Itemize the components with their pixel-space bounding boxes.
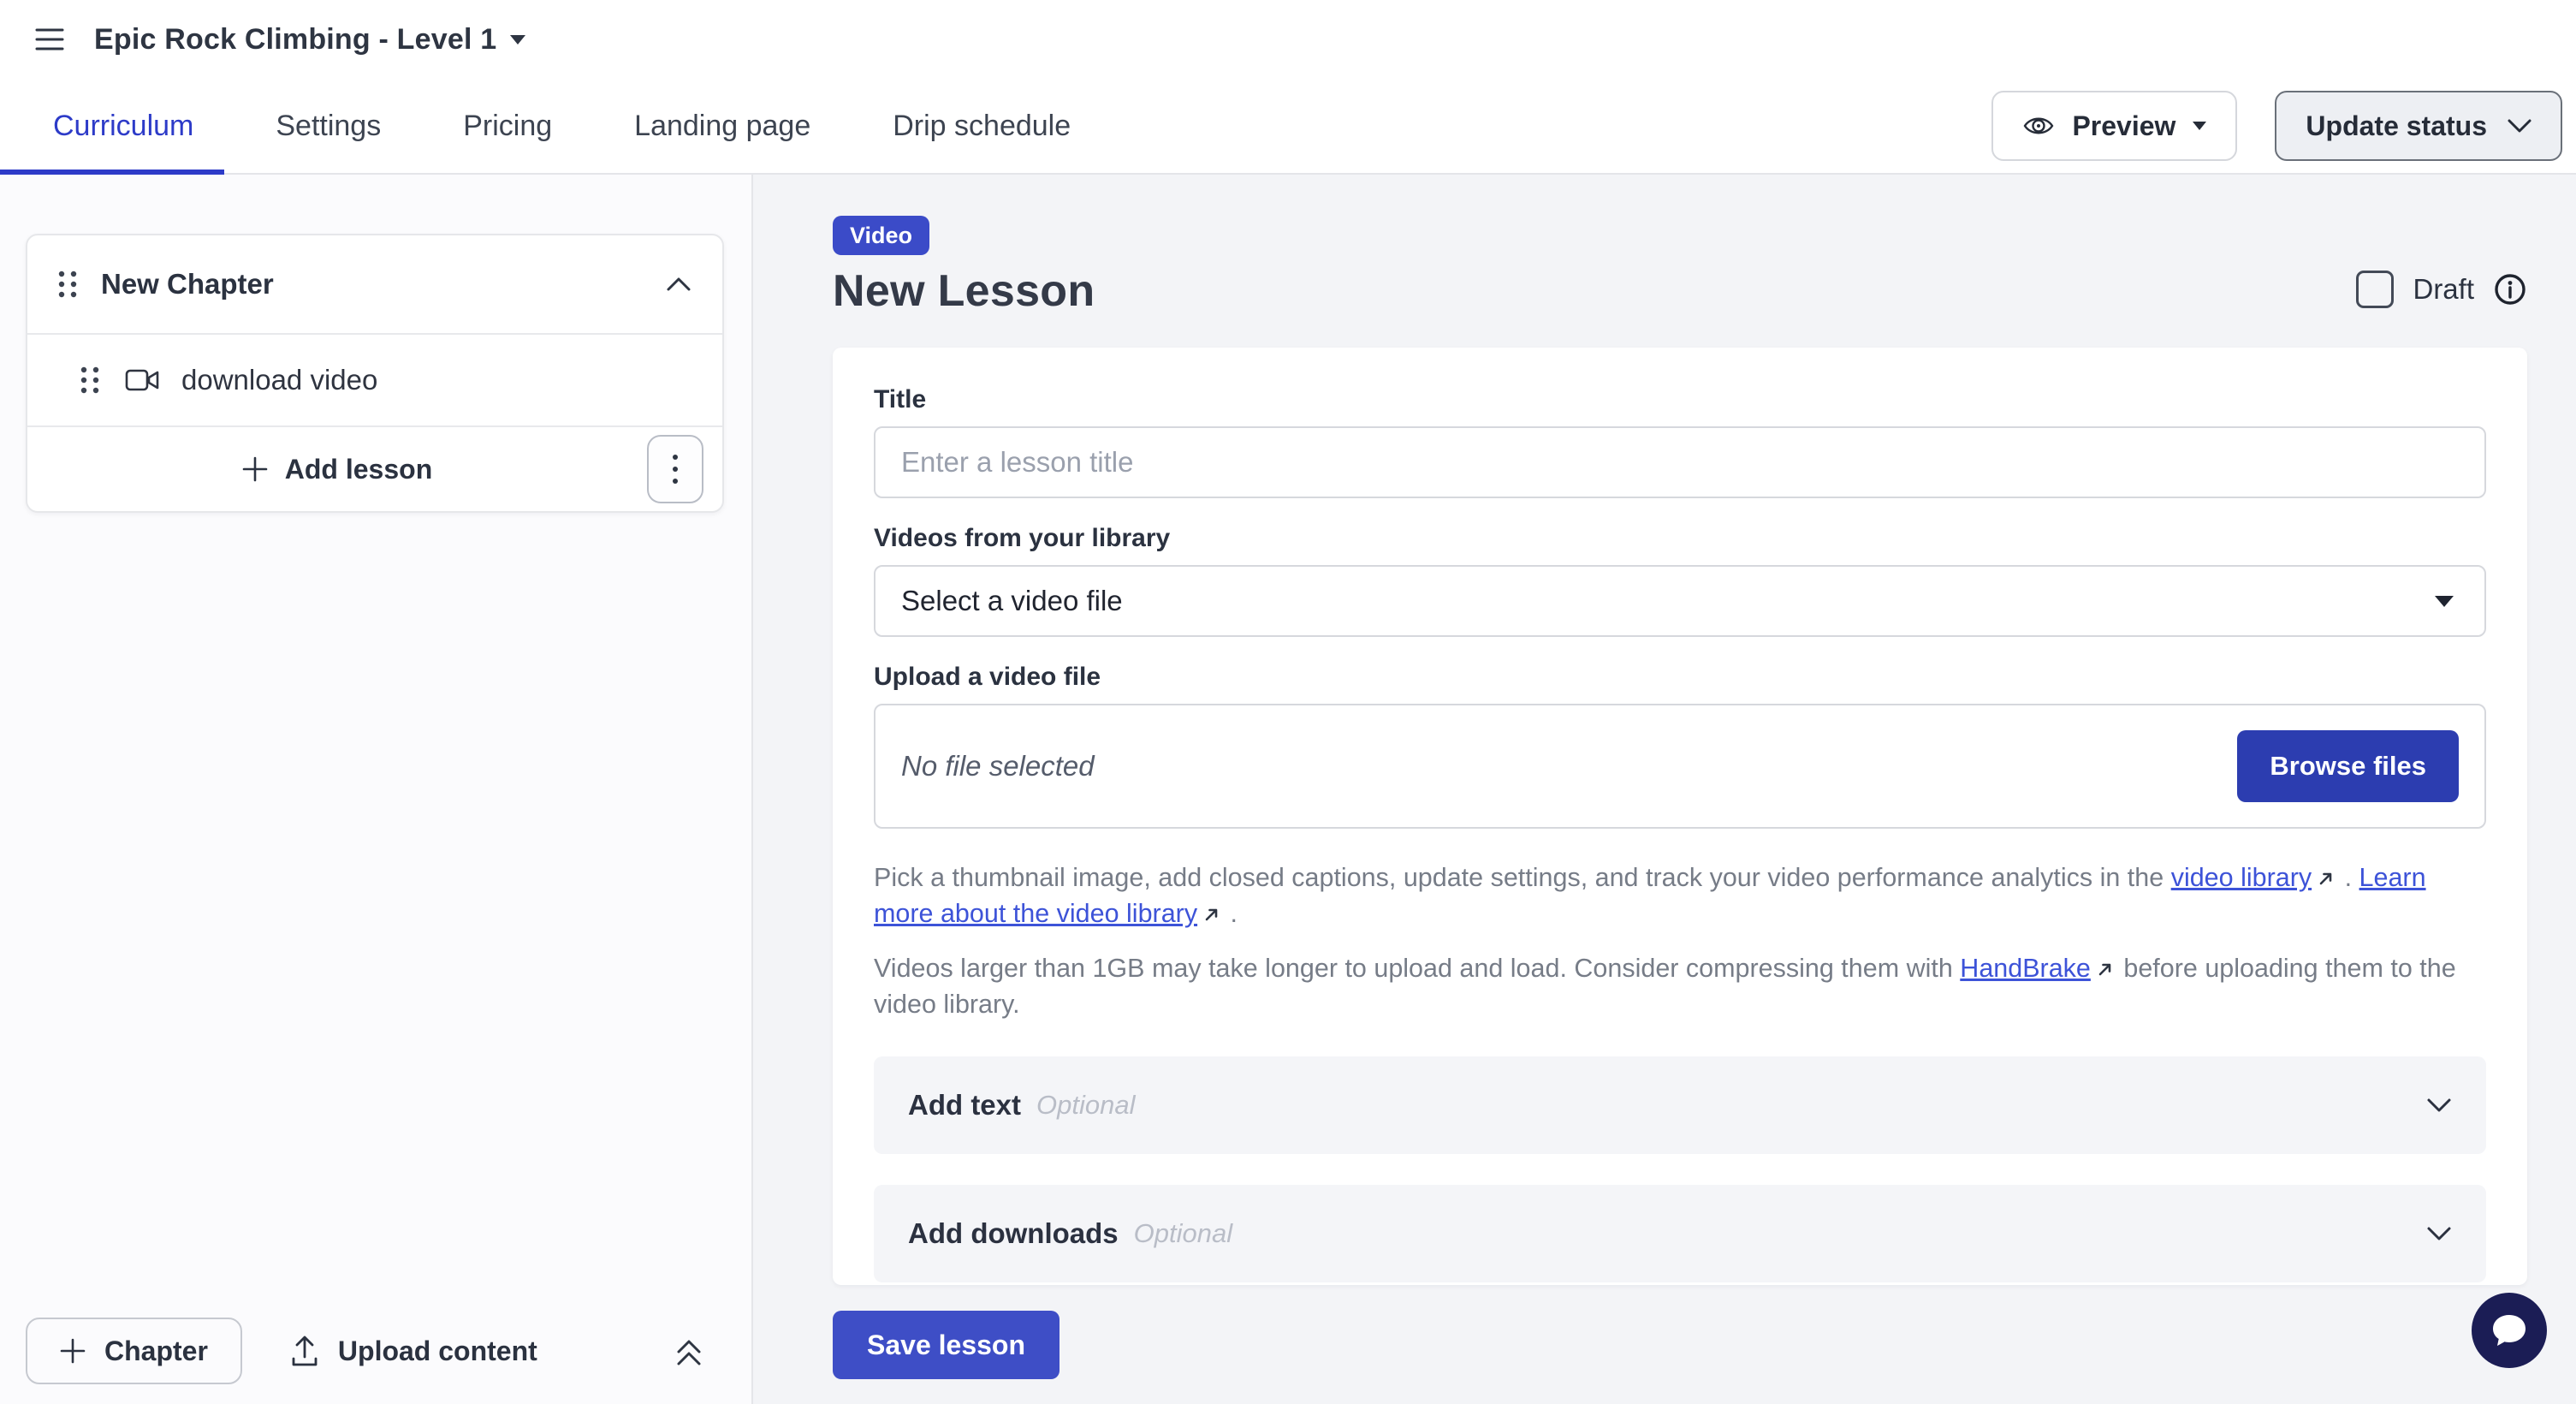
add-text-label: Add text [908, 1089, 1021, 1121]
upload-video-label: Upload a video file [874, 663, 2486, 692]
lesson-editor: Video New Lesson Draft Title Videos from… [753, 175, 2576, 1404]
add-downloads-label: Add downloads [908, 1217, 1119, 1250]
title-field-label: Title [874, 385, 2486, 414]
video-library-label: Videos from your library [874, 524, 2486, 553]
draft-toggle-group: Draft [2356, 271, 2527, 308]
curriculum-sidebar: New Chapter download video [0, 175, 753, 1404]
double-chevron-up-icon [674, 1335, 703, 1367]
preview-button[interactable]: Preview [1991, 91, 2237, 161]
chapter-collapse-button[interactable] [666, 277, 691, 292]
preview-button-label: Preview [2072, 110, 2175, 142]
chat-widget-button[interactable] [2472, 1293, 2547, 1368]
draft-label: Draft [2413, 273, 2474, 306]
top-bar: Epic Rock Climbing - Level 1 [0, 0, 2576, 79]
tab-landing-page[interactable]: Landing page [634, 110, 810, 143]
plus-icon [60, 1338, 86, 1364]
chevron-down-icon [2426, 1226, 2452, 1241]
video-library-link[interactable]: video library [2171, 863, 2312, 892]
course-switcher[interactable]: Epic Rock Climbing - Level 1 [94, 23, 525, 57]
lesson-header: Video New Lesson Draft [833, 216, 2527, 317]
external-link-icon [2318, 871, 2334, 886]
add-text-accordion[interactable]: Add text Optional [874, 1056, 2486, 1154]
help-paragraph-1: Pick a thumbnail image, add closed capti… [874, 860, 2486, 931]
file-dropzone: No file selected Browse files [874, 704, 2486, 829]
sidebar-footer: Chapter Upload content [0, 1308, 751, 1404]
add-lesson-label: Add lesson [285, 454, 432, 485]
help-paragraph-2: Videos larger than 1GB may take longer t… [874, 950, 2486, 1022]
course-tab-bar: Curriculum Settings Pricing Landing page… [0, 79, 2576, 175]
kebab-menu-icon [672, 454, 679, 485]
chapter-footer: Add lesson [27, 427, 722, 511]
optional-tag: Optional [1134, 1218, 2426, 1249]
draft-checkbox[interactable] [2356, 271, 2394, 308]
lesson-type-badge: Video [833, 216, 929, 255]
plus-icon [242, 456, 268, 482]
chapter-menu-button[interactable] [647, 435, 703, 503]
chevron-up-icon [666, 277, 691, 292]
chat-icon [2490, 1312, 2529, 1349]
collapse-all-button[interactable] [674, 1335, 703, 1367]
chapter-drag-handle-icon[interactable] [56, 269, 79, 300]
upload-content-button[interactable]: Upload content [290, 1335, 674, 1367]
lesson-title: download video [181, 364, 377, 396]
upload-help-text: Pick a thumbnail image, add closed capti… [874, 860, 2486, 1022]
tab-curriculum[interactable]: Curriculum [53, 110, 193, 143]
save-lesson-button[interactable]: Save lesson [833, 1311, 1059, 1379]
update-status-button-label: Update status [2306, 110, 2487, 142]
chapter-header: New Chapter [27, 235, 722, 333]
upload-icon [290, 1335, 319, 1367]
upload-content-label: Upload content [338, 1336, 537, 1367]
chevron-down-icon [2426, 1098, 2452, 1113]
hamburger-menu-button[interactable] [26, 15, 74, 63]
video-library-select[interactable]: Select a video file [874, 565, 2486, 637]
browse-files-button[interactable]: Browse files [2237, 730, 2459, 802]
tab-settings[interactable]: Settings [276, 110, 381, 143]
update-status-button[interactable]: Update status [2275, 91, 2562, 161]
tab-drip-schedule[interactable]: Drip schedule [893, 110, 1071, 143]
lesson-row[interactable]: download video [27, 335, 722, 425]
course-title: Epic Rock Climbing - Level 1 [94, 23, 496, 57]
lesson-form-card: Title Videos from your library Select a … [833, 348, 2527, 1285]
add-lesson-button[interactable]: Add lesson [27, 454, 647, 485]
add-chapter-button[interactable]: Chapter [26, 1318, 242, 1384]
chapter-card: New Chapter download video [26, 234, 724, 513]
video-library-select-value: Select a video file [901, 585, 1123, 617]
info-icon[interactable] [2493, 272, 2527, 306]
external-link-icon [1204, 907, 1220, 922]
add-chapter-label: Chapter [104, 1336, 208, 1367]
chapter-title: New Chapter [101, 268, 666, 300]
optional-tag: Optional [1036, 1090, 2426, 1121]
chevron-down-icon [2508, 119, 2531, 133]
lesson-drag-handle-icon[interactable] [79, 365, 101, 396]
optional-sections: Add text Optional Add downloads Optional [874, 1056, 2486, 1282]
caret-down-icon [2435, 596, 2454, 607]
no-file-text: No file selected [901, 750, 1095, 782]
page-title: New Lesson [833, 265, 1095, 317]
video-camera-icon [125, 367, 159, 393]
add-downloads-accordion[interactable]: Add downloads Optional [874, 1185, 2486, 1282]
lesson-title-input[interactable] [874, 426, 2486, 498]
tab-pricing[interactable]: Pricing [463, 110, 552, 143]
handbrake-link[interactable]: HandBrake [1960, 954, 2091, 983]
hamburger-icon [35, 27, 64, 51]
caret-down-icon [2193, 122, 2206, 130]
eye-icon [2022, 113, 2055, 139]
caret-down-icon [510, 35, 525, 45]
external-link-icon [2098, 961, 2113, 977]
